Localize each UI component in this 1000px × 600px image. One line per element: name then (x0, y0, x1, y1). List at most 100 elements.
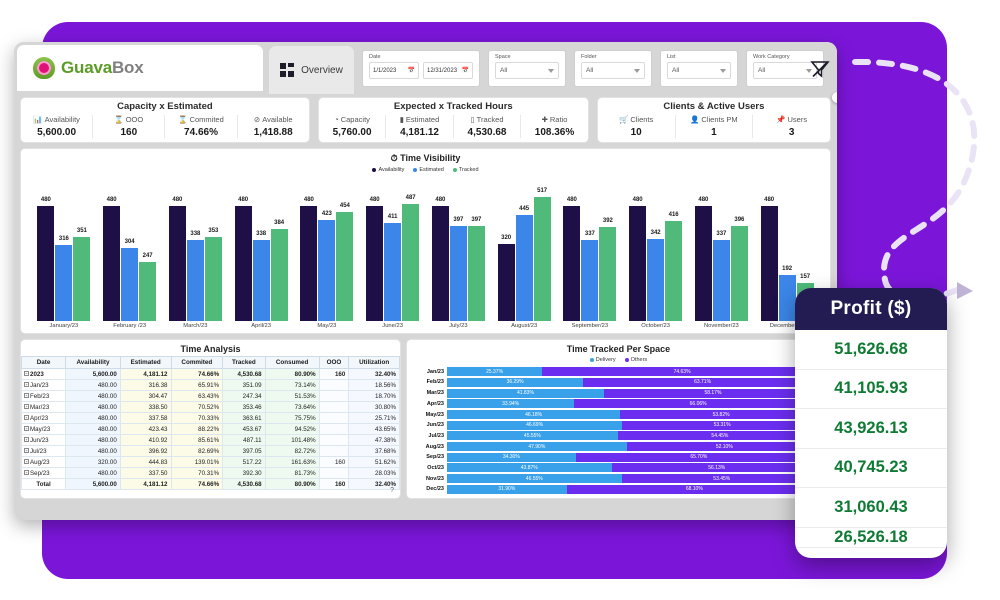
table-cell-ooo (318, 445, 350, 457)
filter-list[interactable]: List All (660, 50, 738, 87)
bar-value-label: 396 (734, 217, 745, 224)
filter-date-label: Date (369, 54, 381, 60)
table-row[interactable]: −2023 5,600.00 4,181.12 74.66% 4,530.68 80.90… (20, 368, 400, 380)
table-row[interactable]: + Jan/23 480.00 316.38 65.91% 351.09 73.14% 18.… (20, 379, 400, 391)
table-cell-tracked: 397.05 (222, 445, 266, 457)
table-row[interactable]: + May/23 480.00 423.43 88.22% 453.67 94.52% 43.… (20, 423, 400, 435)
kpi-users: 📌 Users 3 (752, 115, 830, 138)
bar: 416 (665, 212, 683, 321)
table-row[interactable]: + Feb/23 480.00 304.47 63.43% 247.34 51.53% 18.… (20, 390, 400, 402)
filter-space[interactable]: Space All (488, 50, 566, 87)
table-cell-estimated: 423.43 (119, 423, 172, 435)
date-from-input[interactable]: 1/1/2023 📅 (369, 62, 419, 79)
row-expand-toggle[interactable]: + (24, 415, 29, 420)
column-header[interactable]: OOO (318, 356, 350, 369)
kpi-label: Users (787, 115, 808, 124)
bar-value-label: 397 (471, 217, 482, 224)
plus-icon: ✚ (541, 115, 548, 124)
guava-logo-icon (33, 57, 55, 79)
bar-segment-others: 54.45% (617, 431, 822, 441)
kpi-row: Capacity x Estimated 📊 Availability 5,600… (20, 94, 831, 143)
row-expand-toggle[interactable]: + (24, 448, 29, 453)
bar-segment-delivery: 46.69% (447, 420, 623, 430)
stacked-bar-row: Aug/23 47.90% 52.10% (411, 442, 822, 452)
table-row[interactable]: + Jun/23 480.00 410.92 85.61% 487.11 101.48% 47… (20, 434, 400, 446)
tab-overview[interactable]: Overview (269, 46, 354, 94)
table-cell-tracked: 4,530.68 (222, 368, 266, 380)
cart-icon: 🛒 (619, 115, 629, 124)
work-category-select[interactable]: All (753, 62, 817, 79)
table-row[interactable]: + Apr/23 480.00 337.58 70.33% 363.61 75.75% 25.… (20, 412, 400, 424)
column-header[interactable]: Date (20, 356, 67, 369)
kpi-label: Capacity (340, 115, 370, 124)
funnel-filter-icon[interactable] (810, 59, 830, 79)
bar: 480 (629, 197, 647, 321)
table-cell-estimated: 304.47 (119, 390, 172, 402)
column-header[interactable]: Estimated (119, 356, 172, 369)
legend-label: Estimated (419, 167, 444, 173)
row-date-label: Jan/23 (30, 381, 49, 389)
calendar-icon[interactable]: 📅 (462, 67, 469, 74)
column-header[interactable]: Utilization (348, 356, 400, 369)
row-expand-toggle[interactable]: + (24, 426, 29, 431)
column-header[interactable]: Commited (170, 356, 224, 369)
calendar-icon[interactable]: 📅 (408, 67, 415, 74)
list-value: All (672, 67, 680, 74)
question-mark-icon[interactable]: ? (390, 487, 394, 494)
table-cell-commited: 74.66% (170, 478, 224, 490)
dashed-arc-decoration (852, 58, 978, 302)
row-date-label: Jun/23 (30, 436, 49, 444)
row-expand-toggle[interactable]: + (24, 404, 29, 409)
table-row[interactable]: + Jul/23 480.00 396.92 82.69% 397.05 82.72% 37.… (20, 445, 400, 457)
bar-value-label: 157 (800, 274, 811, 281)
table-row[interactable]: + Sep/23 480.00 337.50 70.31% 392.30 81.73% 28.… (20, 467, 400, 479)
filter-folder[interactable]: Folder All (574, 50, 652, 87)
filter-date[interactable]: Date 1/1/2023 📅 12/31/2023 📅 (362, 50, 480, 87)
table-cell-ooo (318, 467, 350, 479)
table-cell-availability: 5,600.00 (65, 368, 121, 380)
column-header[interactable]: Tracked (222, 356, 266, 369)
row-expand-toggle[interactable]: + (24, 382, 29, 387)
chevron-down-icon (720, 68, 726, 73)
table-cell-estimated: 337.50 (119, 467, 172, 479)
kpi-tracked: ▯ Tracked 4,530.68 (452, 115, 520, 138)
scroll-handle[interactable] (832, 92, 837, 103)
row-expand-toggle[interactable]: + (24, 393, 29, 398)
bar-value-label: 480 (172, 197, 183, 204)
brand-logo[interactable]: GuavaBox (17, 45, 263, 91)
table-cell-date: + Jun/23 (20, 434, 67, 446)
grid-icon (280, 63, 295, 77)
folder-select[interactable]: All (581, 62, 645, 79)
stacked-bar-row: Nov/23 46.55% 53.45% (411, 474, 822, 484)
row-expand-toggle[interactable]: + (24, 437, 29, 442)
kpi-estimated: ▮ Estimated 4,181.12 (385, 115, 452, 138)
table-row[interactable]: + Mar/23 480.00 338.50 70.52% 353.46 73.64% 30.… (20, 401, 400, 413)
x-axis-label: July/23 (449, 323, 468, 329)
table-cell-ooo (318, 401, 350, 413)
bar-value-label: 416 (668, 212, 679, 219)
table-row[interactable]: + Aug/23 320.00 444.83 139.01% 517.22 161.63% 1… (20, 456, 400, 468)
column-header[interactable]: Consumed (264, 356, 320, 369)
row-expand-toggle[interactable]: + (24, 459, 29, 464)
y-axis-label: Aug/23 (425, 443, 444, 450)
row-date-label: Feb/23 (30, 392, 50, 400)
space-select[interactable]: All (495, 62, 559, 79)
list-select[interactable]: All (667, 62, 731, 79)
bar: 480 (103, 197, 121, 321)
bar-value-label: 480 (238, 197, 249, 204)
row-expand-toggle[interactable]: + (24, 470, 29, 475)
y-axis-label: May/23 (425, 411, 444, 418)
bar: 480 (760, 197, 778, 321)
row-expand-toggle[interactable]: − (24, 371, 29, 376)
table-cell-commited: 70.33% (170, 412, 224, 424)
bar: 445 (515, 206, 533, 321)
stacked-bar-row: Jan/23 25.37% 74.63% (411, 367, 822, 377)
date-to-input[interactable]: 12/31/2023 📅 (423, 62, 473, 79)
time-analysis-table: Date Availability Estimated Commited Tracked… (20, 356, 400, 490)
stacked-bar-row: May/23 46.18% 53.82% (411, 410, 822, 420)
kpi-label: Tracked (476, 115, 504, 124)
table-row[interactable]: Total 5,600.00 4,181.12 74.66% 4,530.68 80.90… (20, 478, 400, 490)
kpi-title: Clients & Active Users (663, 101, 765, 112)
column-header[interactable]: Availability (65, 356, 121, 369)
battery-empty-icon: ▯ (470, 115, 475, 124)
